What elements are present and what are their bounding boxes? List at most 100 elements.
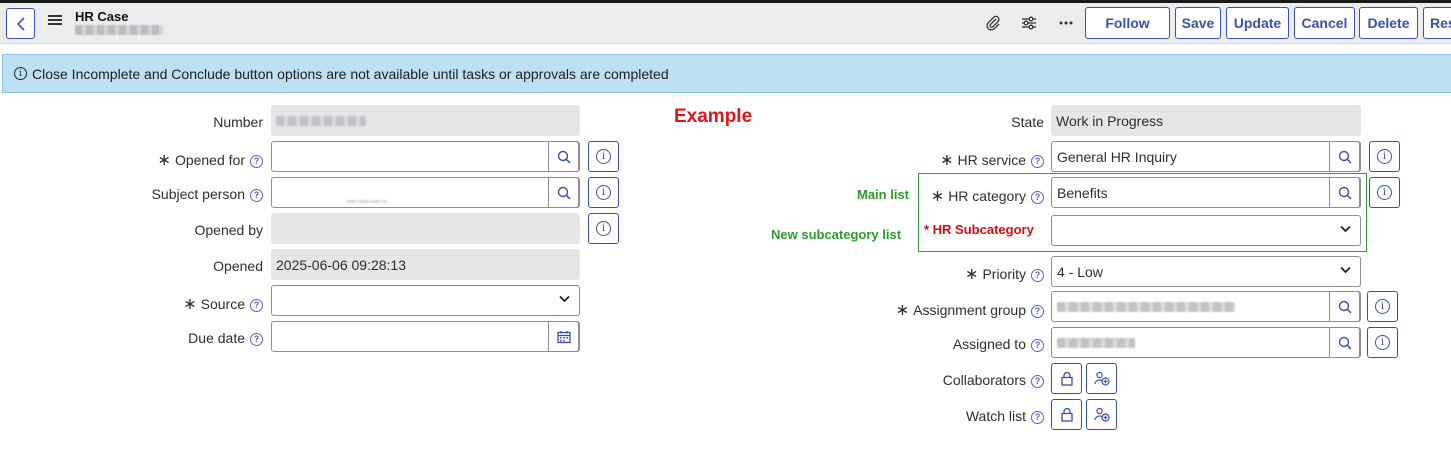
info-icon: i — [1375, 299, 1390, 314]
hr-subcategory-label: * HR Subcategory — [924, 222, 1034, 237]
hr-service-info-button[interactable]: i — [1369, 141, 1400, 172]
attachment-icon[interactable] — [984, 14, 1002, 32]
new-subcategory-annotation: New subcategory list — [771, 227, 902, 242]
assignment-group-info-button[interactable]: i — [1367, 291, 1398, 322]
help-icon[interactable]: ? — [1031, 268, 1044, 282]
number-field[interactable] — [271, 105, 580, 136]
search-icon[interactable] — [548, 141, 579, 172]
add-user-icon — [1093, 371, 1110, 386]
subject-person-redacted — [347, 200, 387, 203]
opened-by-info-button[interactable]: i — [588, 213, 619, 244]
back-button[interactable] — [6, 8, 35, 39]
watch-list-lock-button[interactable] — [1051, 399, 1082, 430]
form-header: HR Case Follow Save Update Cancel Delete… — [0, 3, 1451, 44]
assigned-to-info-button[interactable]: i — [1367, 327, 1398, 358]
case-number-redacted — [75, 25, 163, 35]
resolve-button[interactable]: Res — [1423, 7, 1451, 39]
example-annotation: Example — [674, 106, 753, 127]
add-user-icon — [1093, 407, 1110, 422]
search-icon[interactable] — [1329, 291, 1360, 322]
hr-subcategory-select[interactable] — [1051, 215, 1361, 246]
opened-label: Opened — [213, 258, 263, 274]
hr-category-info-button[interactable]: i — [1369, 177, 1400, 208]
opened-by-label: Opened by — [194, 222, 264, 238]
info-icon: i — [1377, 149, 1392, 164]
info-icon: i — [1377, 185, 1392, 200]
help-icon[interactable]: ? — [250, 332, 263, 346]
info-message-text: Close Incomplete and Conclude button opt… — [32, 65, 669, 82]
search-icon[interactable] — [1329, 177, 1360, 208]
required-icon: ∗ — [965, 266, 979, 283]
opened-for-info-button[interactable]: i — [588, 141, 619, 172]
calendar-icon[interactable] — [548, 321, 579, 352]
collaborators-add-button[interactable] — [1086, 363, 1117, 394]
required-icon: ∗ — [895, 302, 910, 319]
number-label: Number — [213, 114, 263, 130]
help-icon[interactable]: ? — [1031, 304, 1044, 318]
cancel-button[interactable]: Cancel — [1294, 7, 1355, 39]
required-icon: ∗ — [930, 188, 945, 205]
hr-service-label: ∗ HR service? — [940, 150, 1044, 170]
due-date-label: Due date? — [188, 330, 263, 346]
collaborators-lock-button[interactable] — [1051, 363, 1082, 394]
page-title: HR Case — [75, 9, 129, 24]
lock-icon — [1060, 371, 1073, 386]
hamburger-menu-icon[interactable] — [48, 15, 62, 27]
search-icon[interactable] — [1329, 141, 1360, 172]
opened-for-input[interactable] — [271, 141, 580, 172]
more-options-icon[interactable] — [1057, 14, 1075, 32]
help-icon[interactable]: ? — [1031, 190, 1044, 204]
due-date-input[interactable] — [271, 321, 580, 352]
chevron-left-icon — [16, 16, 25, 31]
hr-category-label: ∗ HR category? — [931, 186, 1044, 206]
collaborators-label: Collaborators? — [943, 372, 1044, 388]
required-icon: ∗ — [157, 152, 171, 169]
search-icon[interactable] — [548, 177, 579, 208]
delete-button[interactable]: Delete — [1359, 7, 1418, 39]
assignment-group-label: ∗ Assignment group? — [896, 300, 1044, 320]
info-message-bar: i Close Incomplete and Conclude button o… — [2, 54, 1451, 93]
subject-person-info-button[interactable]: i — [588, 177, 619, 208]
update-button[interactable]: Update — [1226, 7, 1289, 39]
subject-person-input[interactable] — [271, 177, 580, 208]
number-redacted — [276, 115, 366, 126]
personalize-icon[interactable] — [1020, 14, 1038, 32]
opened-field[interactable]: 2025-06-06 09:28:13 — [271, 249, 580, 280]
assigned-to-input[interactable] — [1051, 327, 1361, 358]
state-field[interactable]: Work in Progress — [1051, 105, 1361, 136]
priority-label: ∗ Priority? — [965, 264, 1044, 284]
info-icon: i — [596, 149, 611, 164]
help-icon[interactable]: ? — [1031, 374, 1044, 388]
help-icon[interactable]: ? — [250, 188, 263, 202]
opened-by-field[interactable] — [271, 213, 580, 244]
help-icon[interactable]: ? — [250, 154, 263, 168]
priority-select[interactable]: 4 - Low — [1051, 256, 1361, 287]
assignment-group-input[interactable] — [1051, 291, 1361, 322]
source-select[interactable] — [271, 285, 580, 316]
lock-icon — [1060, 407, 1073, 422]
save-button[interactable]: Save — [1175, 7, 1221, 39]
help-icon[interactable]: ? — [250, 298, 263, 312]
follow-button[interactable]: Follow — [1085, 7, 1170, 39]
info-icon: i — [596, 185, 611, 200]
hr-service-input[interactable]: General HR Inquiry — [1051, 141, 1361, 172]
watch-list-label: Watch list? — [966, 408, 1044, 424]
info-icon: i — [1375, 335, 1390, 350]
help-icon[interactable]: ? — [1031, 410, 1044, 424]
help-icon[interactable]: ? — [1031, 338, 1044, 352]
assigned-to-redacted — [1057, 337, 1135, 348]
main-list-annotation: Main list — [857, 187, 910, 202]
required-icon: ∗ — [940, 152, 954, 169]
opened-for-label: ∗ Opened for? — [158, 150, 263, 170]
chevron-down-icon — [1340, 266, 1351, 274]
chevron-down-icon — [559, 295, 570, 303]
search-icon[interactable] — [1329, 327, 1360, 358]
help-icon[interactable]: ? — [1031, 154, 1044, 168]
assigned-to-label: Assigned to? — [953, 336, 1044, 352]
source-label: ∗ Source? — [183, 294, 263, 314]
required-icon: ∗ — [183, 296, 197, 313]
chevron-down-icon — [1340, 225, 1351, 233]
info-icon: i — [14, 67, 27, 80]
watch-list-add-button[interactable] — [1086, 399, 1117, 430]
hr-category-input[interactable]: Benefits — [1051, 177, 1361, 208]
